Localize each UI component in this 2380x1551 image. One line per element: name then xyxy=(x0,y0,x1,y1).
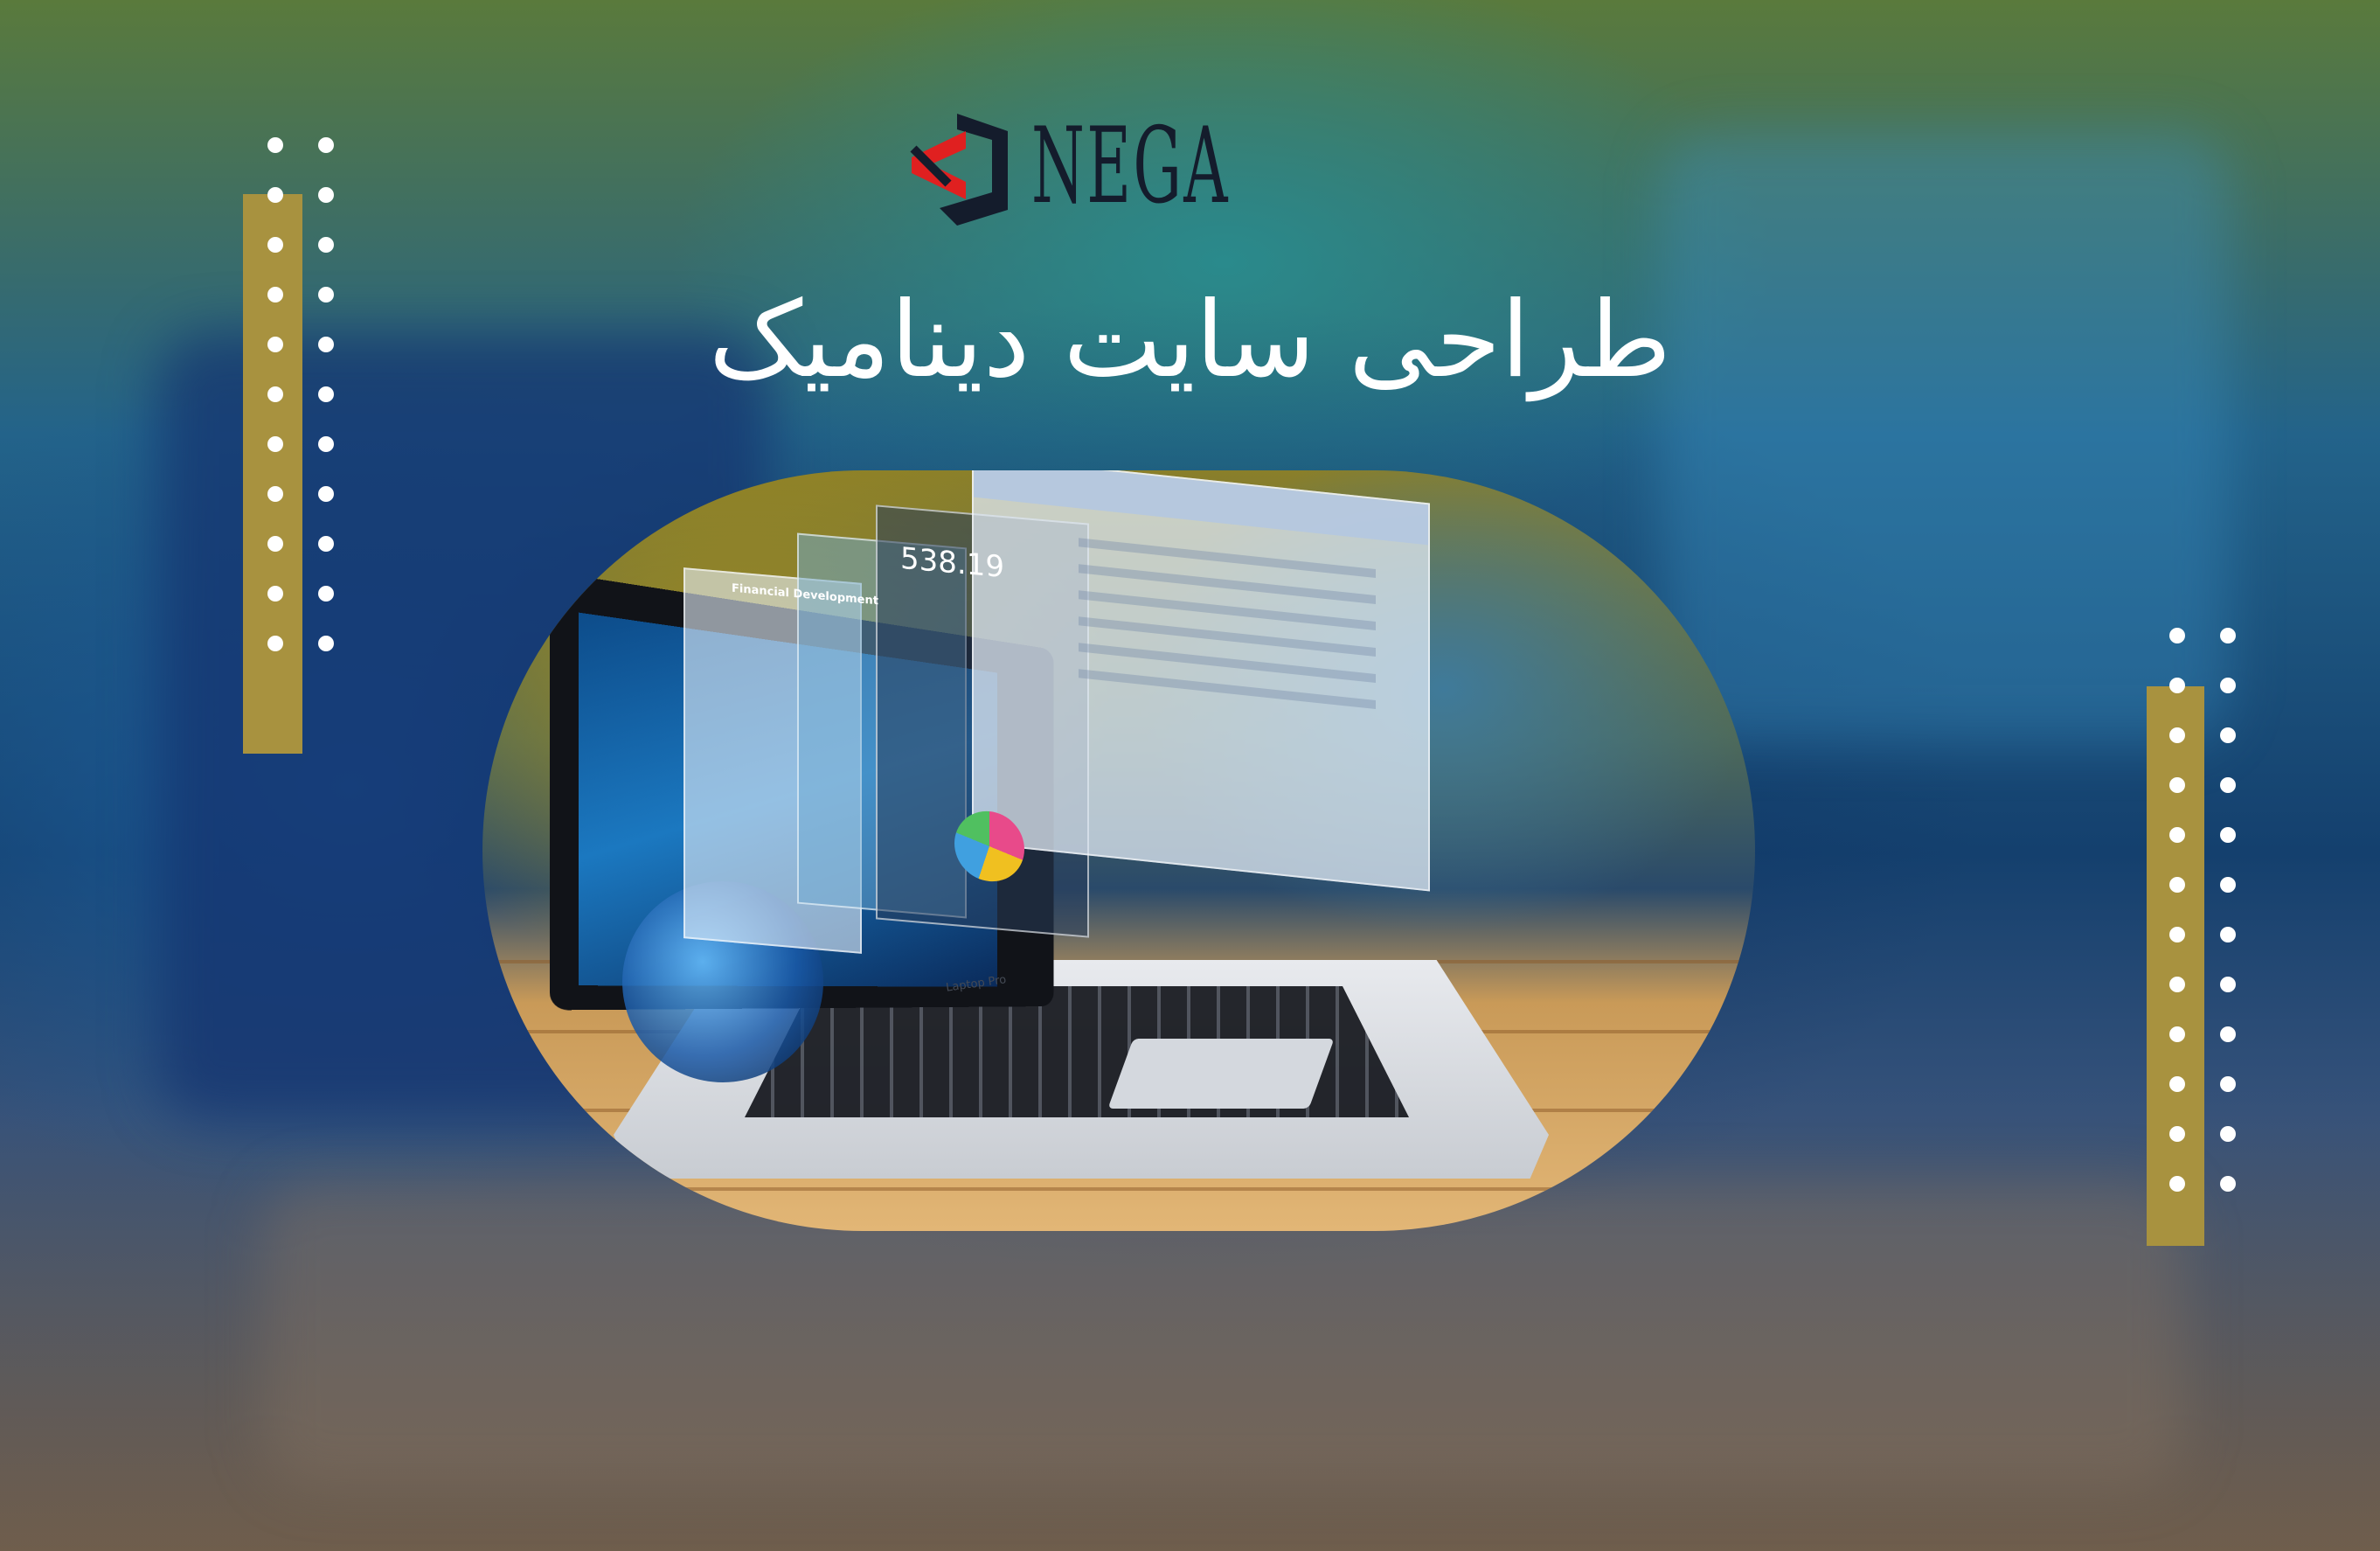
decorative-dots-right xyxy=(2169,628,2236,1192)
nega-logo-icon xyxy=(910,114,1008,226)
blurred-screen-shape xyxy=(1661,131,2229,743)
hero-image: 538.19 Financial Development Laptop Pro xyxy=(482,470,1755,1231)
floating-window-email xyxy=(972,470,1430,892)
laptop-trackpad xyxy=(1107,1039,1335,1109)
brand-logo: NEGA xyxy=(905,105,1228,227)
page-title: طراحی سایت دینامیک xyxy=(708,280,1672,401)
logo-wordmark: NEGA xyxy=(1031,106,1230,227)
